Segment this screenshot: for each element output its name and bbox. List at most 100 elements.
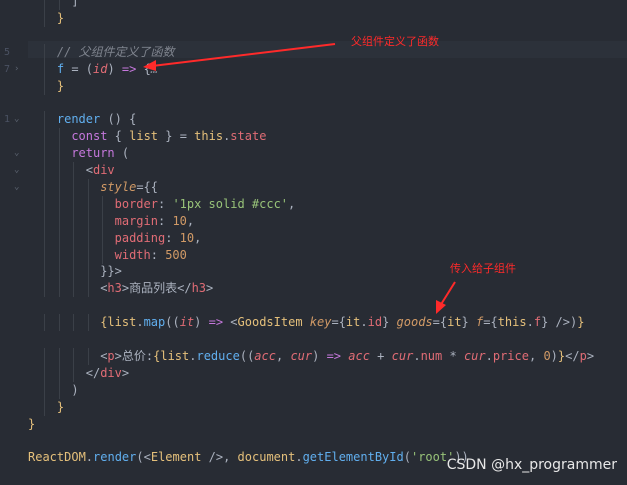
code-text: return ( <box>71 145 129 162</box>
fold-toggle-icon[interactable]: ⌄ <box>14 179 19 196</box>
code-token: border <box>114 196 158 211</box>
code-token: . <box>85 450 94 465</box>
code-token: , <box>186 213 195 228</box>
indent-guide <box>58 246 60 264</box>
indent-guide <box>44 280 46 298</box>
indent-guide <box>73 229 75 247</box>
code-token: </ <box>565 348 580 363</box>
indent-guide <box>73 178 75 196</box>
indent-guide <box>44 60 46 78</box>
indent-guide <box>87 229 89 247</box>
indent-guide <box>73 364 75 382</box>
code-token: . <box>526 315 534 330</box>
code-token: (( <box>165 315 180 330</box>
code-token: list <box>107 315 137 330</box>
code-line[interactable]: <p>总价:{list.reduce((acc, cur) => acc + c… <box>0 347 627 365</box>
code-line[interactable]: {list.map((it) => <GoodsItem key={it.id}… <box>0 314 627 332</box>
indent-guide <box>58 212 60 230</box>
code-line[interactable]: }}> <box>0 263 627 281</box>
fold-toggle-icon[interactable]: ⌄ <box>14 111 19 128</box>
code-token: h3 <box>107 281 122 296</box>
code-line[interactable]: } <box>0 416 627 433</box>
code-token: ={ <box>432 315 448 330</box>
code-line[interactable]: border: '1px solid #ccc', <box>0 195 627 213</box>
code-token: { <box>136 61 151 76</box>
code-token: >商品列表</ <box>121 281 192 296</box>
code-line[interactable]: 5 // 父组件定义了函数 <box>0 43 627 61</box>
indent-guide <box>44 111 46 129</box>
code-line[interactable] <box>0 94 627 111</box>
indent-guide <box>58 229 60 247</box>
indent-guide <box>87 212 89 230</box>
code-token: state <box>230 129 267 144</box>
indent-guide <box>102 195 104 213</box>
code-line[interactable]: ] <box>0 0 627 10</box>
fold-toggle-icon[interactable]: ⌄ <box>14 145 19 162</box>
code-token: render <box>56 112 101 127</box>
code-token: GoodsItem <box>237 315 303 330</box>
fold-toggle-icon[interactable]: › <box>14 61 19 78</box>
code-token: ( <box>403 450 411 465</box>
fold-toggle-icon[interactable]: ⌄ <box>14 162 19 179</box>
code-token: div <box>100 365 122 380</box>
code-line[interactable]: <h3>商品列表</h3> <box>0 280 627 298</box>
code-token: () { <box>100 112 137 127</box>
code-text: } <box>57 78 64 95</box>
code-line[interactable]: padding: 10, <box>0 229 627 247</box>
code-token: render <box>93 450 137 465</box>
indent-guide <box>58 263 60 281</box>
code-line[interactable]: ) <box>0 381 627 399</box>
code-line[interactable]: const { list } = this.state <box>0 128 627 146</box>
code-token: } <box>461 315 476 330</box>
code-token: list <box>160 348 190 363</box>
code-line[interactable]: } <box>0 77 627 95</box>
code-token: this <box>497 315 527 330</box>
code-text: }}> <box>100 263 122 280</box>
code-text: ) <box>71 382 78 399</box>
code-line[interactable] <box>0 297 627 314</box>
code-line[interactable]: ⌄ style={{ <box>0 178 627 196</box>
code-line[interactable] <box>0 331 627 348</box>
code-line[interactable] <box>0 432 627 449</box>
indent-guide <box>87 314 89 332</box>
indent-guide <box>44 364 46 382</box>
indent-guide <box>44 246 46 264</box>
code-token: '1px solid #ccc' <box>172 196 289 211</box>
code-line[interactable]: ⌄ <div <box>0 162 627 179</box>
code-text: margin: 10, <box>115 213 195 230</box>
annotation-parent-defines-function: 父组件定义了函数 <box>351 35 439 48</box>
code-line[interactable] <box>0 27 627 44</box>
code-token: 500 <box>165 247 187 262</box>
code-text: } <box>57 10 64 27</box>
code-token: ) <box>312 348 327 363</box>
code-token: // 父组件定义了函数 <box>56 44 175 59</box>
code-line[interactable]: margin: 10, <box>0 212 627 230</box>
code-token: p <box>579 348 587 363</box>
indent-guide <box>44 263 46 281</box>
code-line[interactable]: </div> <box>0 364 627 382</box>
code-line[interactable]: 7 › f = (id) => {… <box>0 60 627 78</box>
code-line[interactable]: } <box>0 9 627 27</box>
code-token: document <box>237 450 296 465</box>
code-token: } <box>56 10 65 25</box>
code-token: > <box>586 348 595 363</box>
code-token: } = <box>158 129 195 144</box>
code-token: it <box>447 315 462 330</box>
code-token: cur <box>290 348 313 363</box>
indent-guide <box>44 212 46 230</box>
code-token: const <box>71 129 108 144</box>
code-line[interactable]: } <box>0 398 627 416</box>
indent-guide <box>44 229 46 247</box>
code-line[interactable]: width: 500 <box>0 246 627 264</box>
code-token: map <box>143 315 166 330</box>
indent-guide <box>102 229 104 247</box>
indent-guide <box>58 162 60 179</box>
code-line[interactable]: ⌄ return ( <box>0 145 627 163</box>
line-number: 7 <box>3 63 10 75</box>
indent-guide <box>44 162 46 179</box>
code-token: f <box>533 315 542 330</box>
indent-guide <box>73 263 75 281</box>
code-token: : <box>165 230 180 245</box>
code-token: id <box>93 61 108 76</box>
code-line[interactable]: 1 ⌄ render () { <box>0 111 627 129</box>
